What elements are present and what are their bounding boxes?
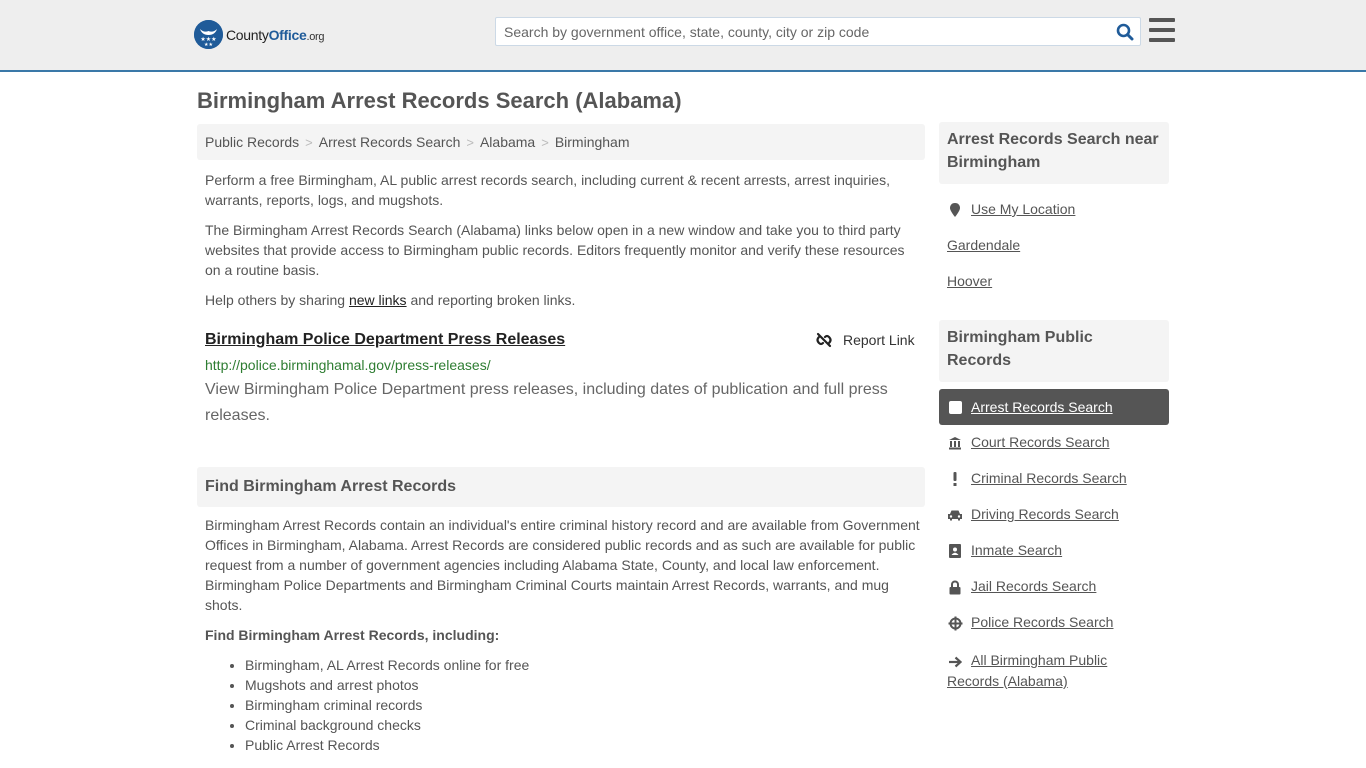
hamburger-menu-icon[interactable] — [1149, 18, 1175, 42]
breadcrumb-public-records[interactable]: Public Records — [205, 134, 299, 150]
use-my-location-link[interactable]: Use My Location — [947, 201, 1075, 219]
sidebar-item-driving-records-search[interactable]: Driving Records Search — [947, 506, 1119, 524]
search-box — [495, 17, 1141, 46]
site-header: ★★★ ★★ CountyOffice.org — [0, 0, 1366, 72]
sidebar-item-label: Court Records Search — [971, 434, 1110, 450]
arrow-right-icon — [947, 653, 963, 671]
site-logo[interactable]: ★★★ ★★ CountyOffice.org — [194, 20, 325, 49]
sidebar-item-court-records-search[interactable]: Court Records Search — [947, 434, 1110, 452]
breadcrumb-separator: > — [541, 134, 549, 150]
breadcrumb: Public Records > Arrest Records Search >… — [197, 124, 925, 160]
report-link-label: Report Link — [843, 332, 915, 348]
nearby-city-hoover[interactable]: Hoover — [947, 273, 992, 289]
id-badge-icon — [947, 542, 963, 560]
sidebar-item-criminal-records-search[interactable]: Criminal Records Search — [947, 470, 1127, 488]
broken-link-icon — [816, 332, 832, 348]
page-title: Birmingham Arrest Records Search (Alabam… — [197, 88, 682, 113]
result-title-link[interactable]: Birmingham Police Department Press Relea… — [205, 331, 565, 349]
result-description: View Birmingham Police Department press … — [205, 381, 888, 424]
result-url: http://police.birminghamal.gov/press-rel… — [205, 357, 491, 373]
breadcrumb-birmingham[interactable]: Birmingham — [555, 134, 630, 150]
menu-bar — [1149, 28, 1175, 32]
intro-text: Help others by sharing — [205, 292, 349, 308]
search-input[interactable] — [496, 18, 1110, 45]
intro-paragraph-2: The Birmingham Arrest Records Search (Al… — [205, 222, 905, 278]
eagle-logo-icon: ★★★ ★★ — [194, 20, 223, 49]
search-icon — [1116, 23, 1134, 40]
public-records-heading: Birmingham Public Records — [939, 320, 1169, 382]
breadcrumb-alabama[interactable]: Alabama — [480, 134, 535, 150]
new-links-link[interactable]: new links — [349, 292, 407, 308]
breadcrumb-arrest-records-search[interactable]: Arrest Records Search — [319, 134, 461, 150]
intro-section: Perform a free Birmingham, AL public arr… — [205, 170, 919, 310]
sidebar-item-jail-records-search[interactable]: Jail Records Search — [947, 578, 1096, 596]
nearby-heading: Arrest Records Search near Birmingham — [939, 122, 1169, 184]
list-item: Birmingham, AL Arrest Records online for… — [245, 655, 529, 675]
sidebar-item-arrest-records-search[interactable]: Arrest Records Search — [939, 389, 1169, 425]
search-button[interactable] — [1110, 18, 1140, 45]
find-section-body: Birmingham Arrest Records contain an ind… — [205, 517, 920, 613]
sidebar-item-label: Police Records Search — [971, 614, 1114, 630]
use-my-location-label: Use My Location — [971, 201, 1076, 217]
menu-bar — [1149, 18, 1175, 22]
find-section-subheading: Find Birmingham Arrest Records, includin… — [205, 627, 500, 643]
all-public-records-label: All Birmingham Public Records (Alabama) — [947, 652, 1108, 689]
list-item: Mugshots and arrest photos — [245, 675, 529, 695]
list-item: Criminal background checks — [245, 715, 529, 735]
sidebar-item-label: Arrest Records Search — [971, 399, 1113, 415]
crosshair-icon — [947, 614, 963, 632]
intro-text: and reporting broken links. — [406, 292, 576, 308]
intro-paragraph-1: Perform a free Birmingham, AL public arr… — [205, 172, 890, 208]
intro-paragraph-3: Help others by sharing new links and rep… — [205, 290, 919, 310]
report-link-button[interactable]: Report Link — [815, 331, 915, 349]
find-list: Birmingham, AL Arrest Records online for… — [245, 655, 529, 755]
sidebar-item-label: Driving Records Search — [971, 506, 1119, 522]
sidebar-item-label: Inmate Search — [971, 542, 1063, 558]
map-marker-icon — [947, 201, 963, 219]
sidebar-item-police-records-search[interactable]: Police Records Search — [947, 614, 1113, 632]
lock-icon — [947, 578, 963, 596]
svg-text:★★: ★★ — [204, 42, 213, 48]
sidebar-item-label: Jail Records Search — [971, 578, 1097, 594]
nearby-city-gardendale[interactable]: Gardendale — [947, 237, 1020, 253]
courthouse-icon — [947, 434, 963, 452]
breadcrumb-separator: > — [305, 134, 313, 150]
logo-text: CountyOffice.org — [226, 26, 325, 43]
exclamation-icon — [947, 470, 963, 488]
list-item: Birmingham criminal records — [245, 695, 529, 715]
menu-bar — [1149, 38, 1175, 42]
breadcrumb-separator: > — [466, 134, 474, 150]
all-public-records-link[interactable]: All Birmingham Public Records (Alabama) — [947, 650, 1147, 691]
square-icon — [949, 400, 962, 414]
list-item: Public Arrest Records — [245, 735, 529, 755]
find-section-heading: Find Birmingham Arrest Records — [197, 467, 925, 507]
sidebar-item-inmate-search[interactable]: Inmate Search — [947, 542, 1062, 560]
car-icon — [947, 506, 963, 524]
sidebar-item-label: Criminal Records Search — [971, 470, 1127, 486]
